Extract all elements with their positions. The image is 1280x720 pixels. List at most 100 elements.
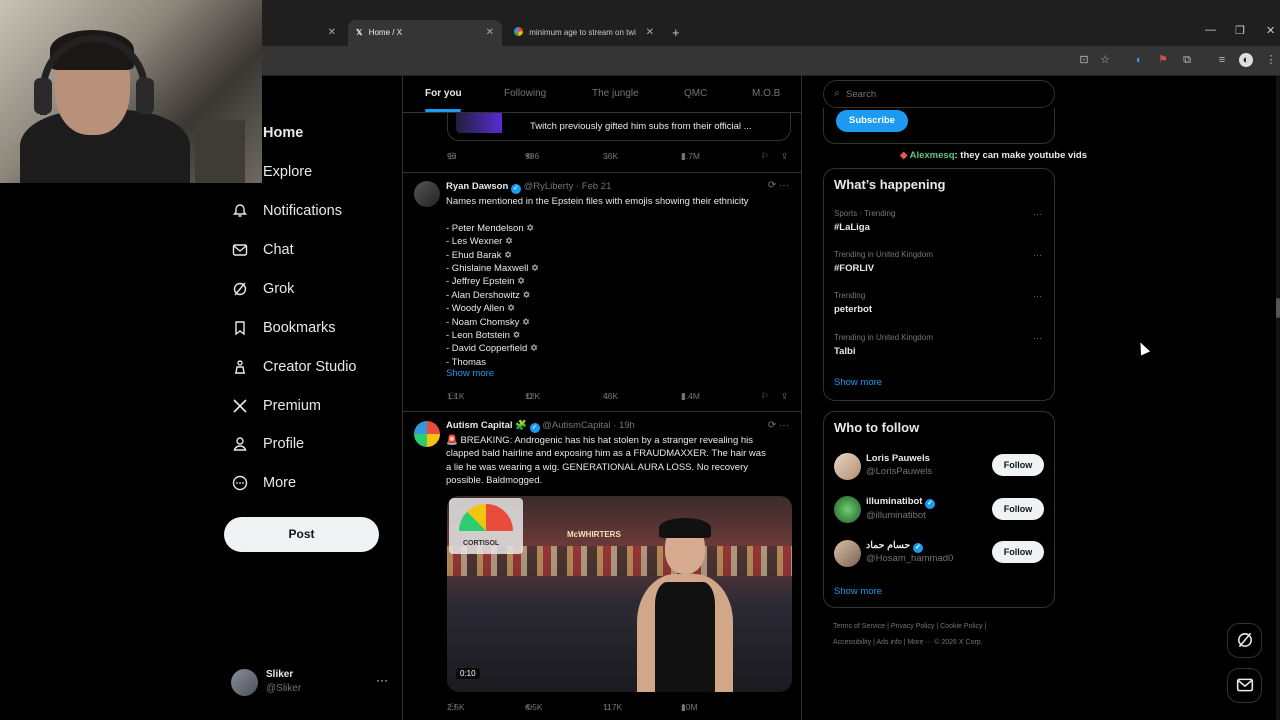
footer-links[interactable]: Terms of Service | Privacy Policy | Cook…: [833, 623, 986, 630]
profile-icon[interactable]: ◐: [1239, 53, 1253, 67]
nav-label: More: [263, 475, 297, 491]
share-icon[interactable]: ⇪: [781, 391, 788, 402]
tab-title: Home / X: [368, 28, 403, 37]
headset-cup: [34, 78, 52, 114]
more-circle-icon: [232, 475, 248, 491]
google-favicon-icon: [514, 27, 523, 36]
follow-suggestion-name[interactable]: حسام حماد ✓: [866, 540, 923, 553]
trend-more-icon[interactable]: ···: [1033, 250, 1042, 260]
extension-icon[interactable]: ⚑: [1156, 53, 1170, 67]
post-button[interactable]: Post: [224, 517, 379, 552]
account-handle: @Sliker: [266, 683, 302, 694]
browser-tab[interactable]: minimum age to stream on twi ✕: [506, 20, 662, 46]
post-video[interactable]: McWHIRTERS CORTISOL 0:10: [447, 496, 792, 692]
post-time[interactable]: · 19h: [613, 420, 635, 431]
show-more-link[interactable]: Show more: [834, 377, 882, 388]
close-tab-icon[interactable]: ✕: [646, 20, 654, 46]
close-window-icon[interactable]: ✕: [1266, 24, 1275, 37]
views-count: 10M: [681, 702, 698, 712]
views-count: 2.7M: [681, 151, 700, 161]
scrollbar[interactable]: [1276, 76, 1280, 720]
avatar[interactable]: [834, 453, 861, 480]
show-more-link[interactable]: Show more: [446, 368, 494, 379]
follow-button[interactable]: Follow: [992, 454, 1044, 476]
tab-mob[interactable]: M.O.B: [752, 88, 780, 99]
close-tab-icon[interactable]: ✕: [486, 20, 494, 46]
minimize-icon[interactable]: —: [1205, 24, 1216, 36]
follow-suggestion-name[interactable]: Loris Pauwels: [866, 453, 930, 464]
tab-for-you[interactable]: For you: [425, 88, 462, 99]
author-handle[interactable]: @AutismCapital: [542, 420, 610, 431]
more-icon[interactable]: ···: [376, 673, 388, 687]
tab-qmc[interactable]: QMC: [684, 88, 707, 99]
new-tab-button[interactable]: +: [668, 20, 688, 46]
nav-label: Explore: [263, 164, 313, 180]
follow-suggestion-name[interactable]: illuminatibot ✓: [866, 496, 936, 509]
bookmark-icon[interactable]: ⚐: [761, 391, 769, 402]
trend-context: Trending in United Kingdom: [834, 250, 933, 259]
search-input[interactable]: ⌕ Search: [823, 80, 1055, 108]
mail-icon: [232, 242, 248, 258]
nav-profile[interactable]: Profile: [226, 426, 402, 464]
follow-button[interactable]: Follow: [992, 498, 1044, 520]
extension-icon[interactable]: ◖: [1131, 53, 1145, 67]
messages-button[interactable]: [1227, 668, 1262, 703]
trend-more-icon[interactable]: ···: [1033, 291, 1042, 301]
nav-home[interactable]: Home: [226, 115, 402, 153]
account-switcher[interactable]: Sliker @Sliker ···: [231, 667, 391, 699]
avatar[interactable]: [414, 421, 440, 447]
close-tab-icon[interactable]: ✕: [328, 20, 336, 46]
quoted-post[interactable]: Twitch previously gifted him subs from t…: [447, 113, 791, 141]
install-app-icon[interactable]: ⊡: [1077, 53, 1091, 67]
nav-notifications[interactable]: Notifications: [226, 193, 402, 231]
share-icon[interactable]: ⇪: [781, 151, 788, 162]
subscribe-button[interactable]: Subscribe: [836, 110, 908, 132]
nav-chat[interactable]: Chat: [226, 232, 402, 270]
puzzle-icon[interactable]: ⧉: [1180, 53, 1194, 67]
post-more-icon[interactable]: ⟳ ···: [768, 420, 789, 431]
webcam-overlay: [0, 0, 262, 183]
verified-badge-icon: ✓: [529, 423, 540, 433]
nav-grok[interactable]: Grok: [226, 271, 402, 309]
avatar[interactable]: [834, 540, 861, 567]
trend-more-icon[interactable]: ···: [1033, 209, 1042, 219]
screen: ✕ 𝕏 Home / X ✕ minimum age to stream on …: [0, 0, 1280, 720]
scrollbar-thumb[interactable]: [1276, 298, 1280, 318]
tab-the-jungle[interactable]: The jungle: [592, 88, 639, 99]
footer-links[interactable]: Accessibility | Ads info | More ··· © 20…: [833, 639, 983, 646]
restore-icon[interactable]: ❐: [1235, 24, 1245, 37]
person-tank-top: [655, 582, 715, 692]
bookmark-icon[interactable]: ⚐: [761, 151, 769, 162]
nav-premium[interactable]: Premium: [226, 388, 402, 426]
nav-explore[interactable]: Explore: [226, 154, 402, 192]
post-more-icon[interactable]: ⟳ ···: [768, 180, 789, 191]
nav-creator-studio[interactable]: Creator Studio: [226, 349, 402, 387]
avatar[interactable]: [834, 496, 861, 523]
post-header: Autism Capital 🧩 ✓ @AutismCapital · 19h: [446, 420, 635, 433]
nav-bookmarks[interactable]: Bookmarks: [226, 310, 402, 348]
browser-tab-active[interactable]: 𝕏 Home / X ✕: [348, 20, 502, 46]
trend-context: Trending: [834, 291, 866, 300]
trend-context: Sports · Trending: [834, 209, 896, 218]
avatar[interactable]: [414, 181, 440, 207]
reply-count: 2.5K: [447, 702, 465, 712]
post-divider: [403, 411, 801, 412]
trend-more-icon[interactable]: ···: [1033, 333, 1042, 343]
post-time[interactable]: · Feb 21: [576, 181, 611, 192]
x-favicon-icon: 𝕏: [356, 28, 363, 37]
follow-button[interactable]: Follow: [992, 541, 1044, 563]
browser-tab[interactable]: ✕: [262, 20, 344, 46]
author-name[interactable]: Autism Capital 🧩: [446, 420, 527, 431]
author-name[interactable]: Ryan Dawson: [446, 181, 508, 192]
media-icon[interactable]: ≡: [1215, 53, 1229, 67]
author-handle[interactable]: @RyLiberty: [524, 181, 574, 192]
nav-more[interactable]: More: [226, 465, 402, 503]
tab-following[interactable]: Following: [504, 88, 546, 99]
trend-name: Talbi: [834, 346, 856, 357]
kebab-menu-icon[interactable]: ⋮: [1264, 53, 1278, 67]
star-icon[interactable]: ☆: [1098, 53, 1112, 67]
grok-button[interactable]: [1227, 623, 1262, 658]
follow-suggestion-handle: @Hosam_hammad0: [866, 553, 954, 564]
show-more-link[interactable]: Show more: [834, 586, 882, 597]
quoted-post-thumbnail: [456, 113, 502, 133]
